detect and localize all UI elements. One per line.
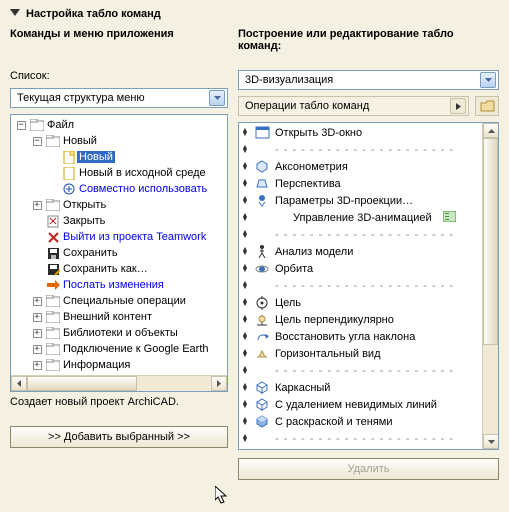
projection-settings-icon <box>253 193 271 209</box>
panel-title: Настройка табло команд <box>26 8 161 20</box>
left-column: Команды и меню приложения Список: Текуща… <box>10 28 228 480</box>
folder-icon <box>45 309 61 325</box>
list-separator[interactable]: ▲▼- - - - - - - - - - - - - - - - - - - … <box>239 362 482 379</box>
tree-item-new[interactable]: Новый <box>13 149 227 165</box>
tree-item-new-folder[interactable]: − Новый <box>13 133 227 149</box>
toolbar-ops-button[interactable]: Операции табло команд <box>238 96 469 116</box>
folder-icon <box>29 117 45 133</box>
chevron-down-icon[interactable] <box>209 90 225 106</box>
scroll-thumb[interactable] <box>27 376 137 391</box>
tree-item-save[interactable]: Сохранить <box>13 245 227 261</box>
list-item[interactable]: ▲▼Перспектива <box>239 175 482 192</box>
tree-item-google-earth[interactable]: + Подключение к Google Earth <box>13 341 227 357</box>
collapse-triangle-icon[interactable] <box>10 9 20 19</box>
list-separator[interactable]: ▲▼- - - - - - - - - - - - - - - - - - - … <box>239 277 482 294</box>
horizontal-view-icon <box>253 346 271 362</box>
commands-list[interactable]: ▲▼Открыть 3D-окно ▲▼- - - - - - - - - - … <box>238 122 499 450</box>
floppy-icon <box>45 245 61 261</box>
tree-item-info[interactable]: + Информация <box>13 357 227 373</box>
folder-icon <box>45 325 61 341</box>
share-icon <box>61 181 77 197</box>
tree-item-special-ops[interactable]: + Специальные операции <box>13 293 227 309</box>
folder-icon <box>45 133 61 149</box>
toolbar-select-combo[interactable]: 3D-визуализация <box>238 70 499 90</box>
mouse-cursor-icon <box>215 486 231 506</box>
list-item[interactable]: ▲▼Горизонтальный вид <box>239 345 482 362</box>
target-perp-icon <box>253 312 271 328</box>
walk-icon <box>253 244 271 260</box>
list-separator[interactable]: ▲▼- - - - - - - - - - - - - - - - - - - … <box>239 226 482 243</box>
list-item[interactable]: ▲▼Цель перпендикулярно <box>239 311 482 328</box>
list-item[interactable]: ▲▼Параметры 3D-проекции… <box>239 192 482 209</box>
tree-item-open[interactable]: + Открыть <box>13 197 227 213</box>
floppy-pencil-icon <box>45 261 61 277</box>
list-item[interactable]: ▲▼С удалением невидимых линий <box>239 396 482 413</box>
add-selected-button[interactable]: >> Добавить выбранный >> <box>10 426 228 448</box>
list-separator[interactable]: ▲▼- - - - - - - - - - - - - - - - - - - … <box>239 141 482 158</box>
panel-header: Настройка табло команд <box>10 8 499 20</box>
scroll-up-icon[interactable] <box>483 123 499 138</box>
list-label: Список: <box>10 70 50 82</box>
document-icon <box>61 149 77 165</box>
list-item[interactable]: ▲▼Орбита <box>239 260 482 277</box>
list-item[interactable]: ▲▼Аксонометрия <box>239 158 482 175</box>
orbit-icon <box>253 261 271 277</box>
scroll-thumb[interactable] <box>483 138 498 345</box>
menu-tree[interactable]: − Файл − Новый Новый <box>10 114 228 392</box>
tree-item-leave-teamwork[interactable]: Выйти из проекта Teamwork <box>13 229 227 245</box>
folder-open-icon <box>480 100 495 112</box>
folder-icon <box>45 341 61 357</box>
list-separator[interactable]: ▲▼- - - - - - - - - - - - - - - - - - - … <box>239 430 482 447</box>
axonometry-icon <box>253 159 271 175</box>
right-column: Построение или редактирование табло кома… <box>238 28 499 480</box>
tree-scrollbar-h[interactable] <box>11 375 227 391</box>
list-item[interactable]: ▲▼Анализ модели <box>239 243 482 260</box>
send-icon <box>45 277 61 293</box>
list-item[interactable]: ▲▼Цель <box>239 294 482 311</box>
tree-item-send-changes[interactable]: Послать изменения <box>13 277 227 293</box>
folder-icon <box>45 293 61 309</box>
tree-item-new-default[interactable]: Новый в исходной среде <box>13 165 227 181</box>
tree-item-file[interactable]: − Файл <box>13 117 227 133</box>
chevron-down-icon[interactable] <box>480 72 496 88</box>
close-doc-icon <box>45 213 61 229</box>
scroll-right-icon[interactable] <box>211 376 227 391</box>
wireframe-icon <box>253 380 271 396</box>
hint-text: Создает новый проект ArchiCAD. <box>10 396 228 426</box>
tree-item-libraries[interactable]: + Библиотеки и объекты <box>13 325 227 341</box>
shaded-icon <box>253 414 271 430</box>
list-item[interactable]: ▲▼С раскраской и тенями <box>239 413 482 430</box>
folder-icon <box>45 197 61 213</box>
target-icon <box>253 295 271 311</box>
list-scrollbar-v[interactable] <box>482 123 498 449</box>
menu-arrow-icon[interactable] <box>450 98 466 114</box>
list-item[interactable]: ▲▼Каркасный <box>239 379 482 396</box>
folder-open-button[interactable] <box>475 96 499 116</box>
scroll-left-icon[interactable] <box>11 376 27 391</box>
menu-structure-combo[interactable]: Текущая структура меню <box>10 88 228 108</box>
list-item[interactable]: ▲▼Восстановить угла наклона <box>239 328 482 345</box>
tree-item-external-content[interactable]: + Внешний контент <box>13 309 227 325</box>
list-item[interactable]: ▲▼Открыть 3D-окно <box>239 124 482 141</box>
list-item[interactable]: ▲▼Управление 3D-анимацией <box>239 209 482 226</box>
tree-item-saveas[interactable]: Сохранить как… <box>13 261 227 277</box>
open-3d-icon <box>253 125 271 141</box>
document-icon <box>61 165 77 181</box>
exit-icon <box>45 229 61 245</box>
tree-item-close[interactable]: Закрыть <box>13 213 227 229</box>
scroll-down-icon[interactable] <box>483 434 499 449</box>
delete-button: Удалить <box>238 458 499 480</box>
hidden-line-icon <box>253 397 271 413</box>
left-heading: Команды и меню приложения <box>10 28 228 56</box>
perspective-icon <box>253 176 271 192</box>
reset-tilt-icon <box>253 329 271 345</box>
folder-icon <box>45 357 61 373</box>
tree-item-share[interactable]: Совместно использовать <box>13 181 227 197</box>
submenu-icon <box>443 211 456 225</box>
right-heading: Построение или редактирование табло кома… <box>238 28 499 56</box>
